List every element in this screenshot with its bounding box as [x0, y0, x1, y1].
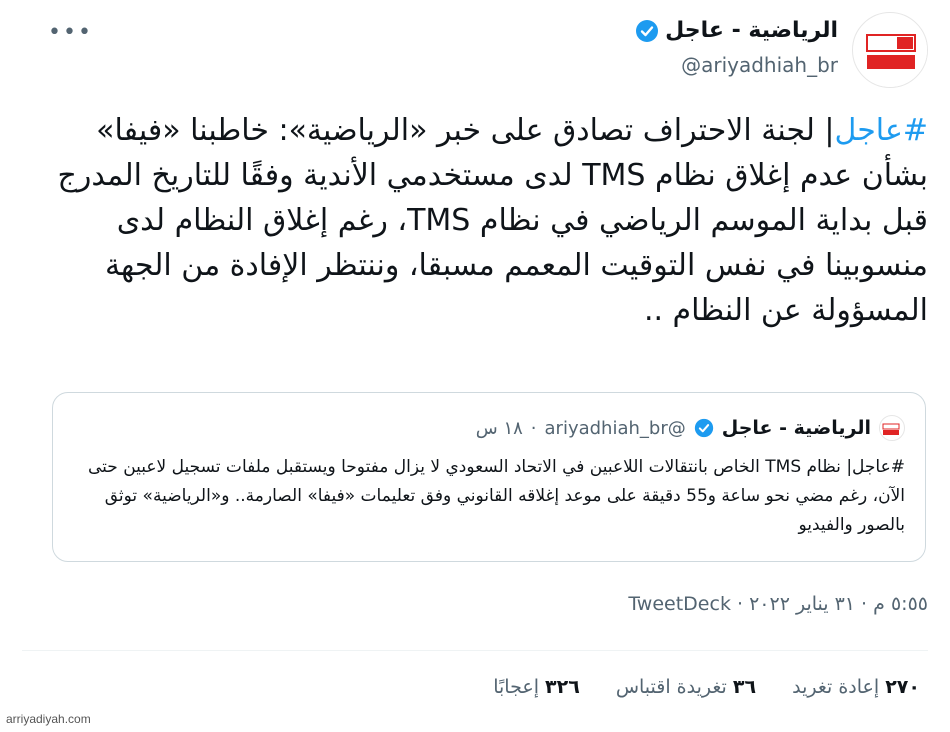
avatar-logo-icon	[854, 14, 927, 87]
quotes-label: تغريدة اقتباس	[615, 676, 727, 698]
retweets-count: ٢٧٠	[885, 676, 920, 698]
tweet-time[interactable]: ٥:٥٥ م	[873, 593, 928, 615]
author-handle[interactable]: @ariyadhiah_br	[635, 53, 838, 77]
quotes-stat[interactable]: ٣٦ تغريدة اقتباس	[616, 676, 756, 698]
likes-label: إعجابًا	[493, 676, 539, 698]
meta-separator-dot: ·	[855, 593, 868, 615]
likes-stat[interactable]: ٣٢٦ إعجابًا	[493, 676, 580, 698]
author-display-name[interactable]: الرياضية - عاجل	[665, 18, 838, 43]
tweet-source-link[interactable]: TweetDeck	[628, 593, 731, 615]
retweets-label: إعادة تغريد	[792, 676, 880, 698]
quoted-verified-badge-icon	[694, 418, 714, 438]
quoted-separator-dot: ·	[530, 417, 537, 439]
quoted-tweet[interactable]: الرياضية - عاجل @ariyadhiah_br · ١٨ س #ع…	[52, 392, 926, 562]
retweets-stat[interactable]: ٢٧٠ إعادة تغريد	[792, 676, 920, 698]
quoted-hashtag: #عاجل	[852, 457, 905, 477]
quoted-body: | نظام TMS الخاص بانتقالات اللاعبين في ا…	[88, 457, 905, 535]
author-avatar[interactable]	[852, 12, 928, 88]
quoted-author-avatar	[879, 415, 905, 441]
quoted-time: ١٨ س	[475, 417, 523, 439]
stats-divider	[22, 650, 928, 651]
author-name-row: الرياضية - عاجل	[635, 18, 838, 43]
quoted-author-handle: @ariyadhiah_br	[544, 417, 686, 439]
tweet-text: #عاجل| لجنة الاحتراف تصادق على خبر «الري…	[28, 108, 928, 333]
tweet-body: | لجنة الاحتراف تصادق على خبر «الرياضية»…	[57, 113, 928, 328]
tweet-stats: ٢٧٠ إعادة تغريد ٣٦ تغريدة اقتباس ٣٢٦ إعج…	[493, 676, 920, 698]
tweet-meta: ٥:٥٥ م · ٣١ يناير ٢٠٢٢ · TweetDeck	[628, 593, 928, 615]
quoted-tweet-text: #عاجل| نظام TMS الخاص بانتقالات اللاعبين…	[65, 453, 905, 540]
meta-separator-dot: ·	[730, 593, 744, 615]
site-watermark: arriyadiyah.com	[6, 712, 91, 726]
quoted-author-name: الرياضية - عاجل	[721, 417, 871, 439]
tweet-hashtag-link[interactable]: #عاجل	[835, 113, 928, 148]
tweet-date[interactable]: ٣١ يناير ٢٠٢٢	[749, 593, 855, 615]
likes-count: ٣٢٦	[545, 676, 580, 698]
author-block: الرياضية - عاجل @ariyadhiah_br	[635, 18, 838, 77]
verified-badge-icon	[635, 19, 659, 43]
tweet-card: الرياضية - عاجل @ariyadhiah_br ••• #عاجل…	[0, 0, 950, 732]
more-dots-icon[interactable]: •••	[48, 20, 93, 45]
quoted-tweet-header: الرياضية - عاجل @ariyadhiah_br · ١٨ س	[476, 415, 905, 441]
quotes-count: ٣٦	[732, 676, 757, 698]
